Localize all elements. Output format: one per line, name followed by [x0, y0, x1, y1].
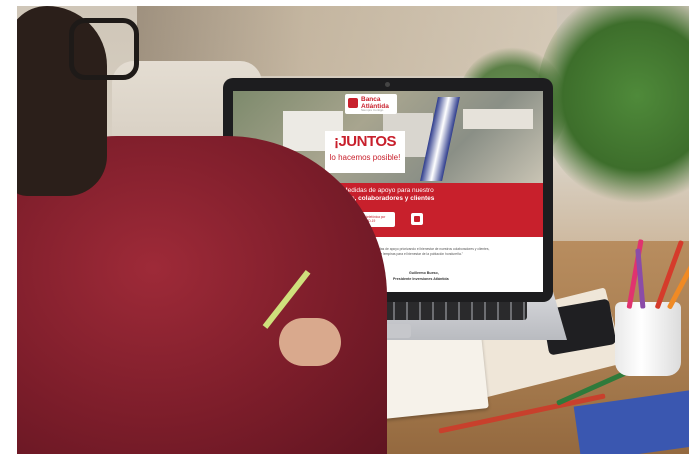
hero-headline: ¡JUNTOS	[333, 133, 397, 150]
hero-banner: ¡JUNTOS lo hacemos posible!	[325, 131, 405, 173]
photo-scene: Banca Atlántida Siempre Contigo ¡JUNTOS …	[17, 6, 689, 454]
signature-title: Presidente Inversiones Atlántida	[393, 277, 449, 281]
signature-name: Guillermo Bueso,	[409, 271, 439, 275]
hero-subheadline: lo hacemos posible!	[329, 153, 401, 162]
glasses	[69, 18, 139, 80]
pencil-cup	[615, 302, 681, 376]
logo-icon	[348, 98, 358, 108]
logo-tagline: Siempre Contigo	[361, 108, 384, 112]
support-icon-button[interactable]	[411, 213, 423, 225]
person-hand	[279, 318, 341, 366]
building	[463, 109, 533, 129]
webcam	[385, 82, 390, 87]
bank-logo[interactable]: Banca Atlántida Siempre Contigo	[345, 94, 397, 114]
document-icon	[414, 216, 420, 222]
